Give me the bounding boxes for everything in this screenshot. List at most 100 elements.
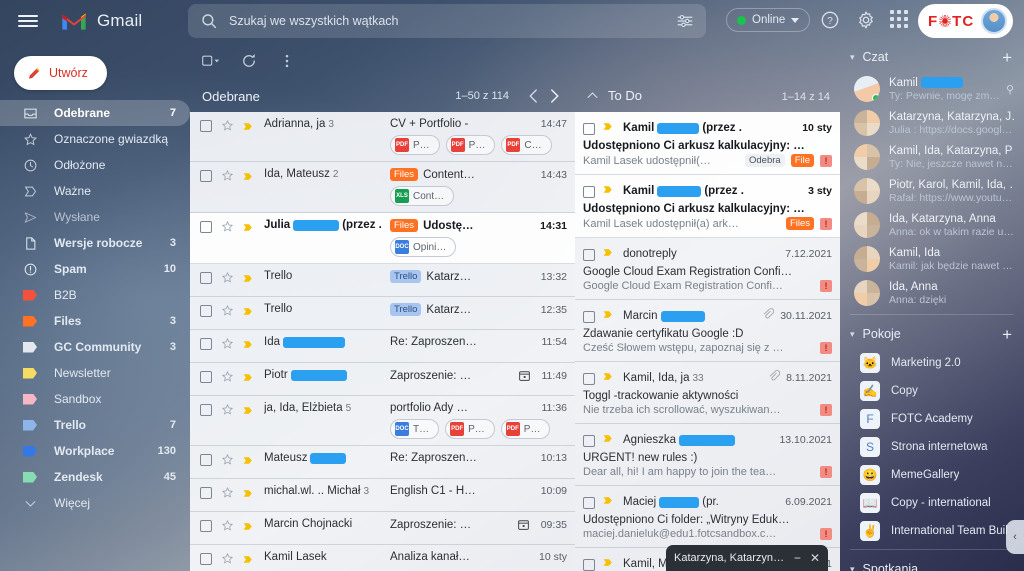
attachment-chip[interactable]: XLS Cont… [390,186,455,206]
account-chip[interactable]: F TC [918,4,1013,38]
row-checkbox[interactable] [583,311,595,323]
star-icon[interactable] [221,220,234,233]
importance-marker[interactable] [242,487,255,505]
table-row[interactable]: Trello Trello Katarz… 13:32 [190,264,575,297]
row-checkbox[interactable] [583,497,595,509]
important-marker-icon[interactable] [242,170,255,183]
star-toggle[interactable] [221,304,234,322]
important-marker-icon[interactable] [602,370,615,383]
row-checkbox[interactable] [583,559,595,571]
important-marker-icon[interactable] [242,371,255,384]
sidebar-item-gc-community[interactable]: GC Community 3 [0,334,190,360]
room-item[interactable]: 🐱 Marketing 2.0 [840,349,1024,377]
important-marker-icon[interactable] [602,120,615,133]
table-row[interactable]: Julia (przez . Files Udostę… 14:31 DOC Opini… [190,213,575,264]
sidebar-item-zendesk[interactable]: Zendesk 45 [0,464,190,490]
attachment-chip[interactable]: PDF P… [445,419,495,439]
row-checkbox[interactable] [200,520,212,532]
gear-icon[interactable] [856,10,876,30]
sidebar-item-sandbox[interactable]: Sandbox [0,386,190,412]
refresh-icon[interactable] [240,52,258,70]
search-input[interactable] [229,14,676,28]
star-icon[interactable] [221,519,234,532]
star-icon[interactable] [221,370,234,383]
sidebar-item-workplace[interactable]: Workplace 130 [0,438,190,464]
sidebar-item-b2b[interactable]: B2B [0,282,190,308]
todo-row[interactable]: Kamil (przez . 10 sty Udostępniono Ci arkus… [575,112,840,175]
new-chat-button[interactable]: + [1002,49,1012,66]
table-row[interactable]: michal.wl. .. Michał 3 English C1 - H… 10:0… [190,479,575,512]
sidebar-item-trello[interactable]: Trello 7 [0,412,190,438]
rooms-section-header[interactable]: ▾ Pokoje + [840,319,1024,349]
star-toggle[interactable] [221,370,234,388]
important-marker-icon[interactable] [602,246,615,259]
chat-conversation-item[interactable]: Katarzyna, Katarzyna, J… Julia : https://… [840,106,1024,140]
table-row[interactable]: Marcin Chojnacki Zaproszenie: … 09:35 [190,512,575,545]
star-icon[interactable] [221,453,234,466]
sidebar-item-wersje-robocze[interactable]: Wersje robocze 3 [0,230,190,256]
important-marker-icon[interactable] [242,404,255,417]
row-checkbox[interactable] [200,170,212,182]
room-item[interactable]: F FOTC Academy [840,405,1024,433]
collapse-panel-tab[interactable]: ‹ [1006,520,1024,554]
sidebar-item-wa-ne[interactable]: Ważne [0,178,190,204]
important-marker-icon[interactable] [242,305,255,318]
chat-conversation-item[interactable]: Kamil, Ida, Katarzyna, P… Ty: Nie, jeszcz… [840,140,1024,174]
chat-section-header[interactable]: ▾ Czat + [840,42,1024,72]
important-marker-icon[interactable] [242,120,255,133]
importance-marker[interactable] [602,432,615,450]
todo-row[interactable]: Kamil, Ida, ja 33 8.11.2021 Toggl -trackowa… [575,362,840,424]
importance-marker[interactable] [602,370,615,388]
importance-marker[interactable] [242,454,255,472]
table-row[interactable]: Adrianna, ja 3 CV + Portfolio -14:47 PDF P… P… [190,112,575,162]
chat-conversation-item[interactable]: Kamil, IdaKamil: jak będzie nawet jakiś… [840,242,1024,276]
compose-button[interactable]: Utwórz [14,56,107,90]
row-checkbox[interactable] [200,305,212,317]
star-icon[interactable] [221,304,234,317]
tune-icon[interactable] [676,12,694,30]
select-all-checkbox[interactable] [202,52,220,70]
important-marker-icon[interactable] [602,556,615,569]
importance-marker[interactable] [242,272,255,290]
sidebar-item-od-o-one[interactable]: Odłożone [0,152,190,178]
sidebar-item-wys-ane[interactable]: Wysłane [0,204,190,230]
important-marker-icon[interactable] [602,308,615,321]
sidebar-item-wi-cej[interactable]: Więcej [0,490,190,516]
attachment-chip[interactable]: DOC T… [390,419,440,439]
row-checkbox[interactable] [200,338,212,350]
table-row[interactable]: ja, Ida, Elżbieta 5 portfolio Ady … 11:36 DO… [190,396,575,446]
row-checkbox[interactable] [200,404,212,416]
label-chip[interactable]: Files [390,219,419,232]
room-item[interactable]: S Strona internetowa [840,433,1024,461]
table-row[interactable]: Kamil Lasek Analiza kanał… 10 sty [190,545,575,571]
todo-row[interactable]: Kamil (przez . 3 sty Udostępniono Ci arkusz… [575,175,840,238]
todo-row[interactable]: donotreply 7.12.2021 Google Cloud Exam Reg… [575,238,840,300]
star-toggle[interactable] [221,519,234,537]
row-checkbox[interactable] [583,373,595,385]
row-checkbox[interactable] [583,123,595,135]
attachment-chip[interactable]: PDF P… [390,135,440,155]
label-chip[interactable]: Files [785,217,814,230]
label-chip[interactable]: Trello [390,303,422,316]
importance-marker[interactable] [242,404,255,422]
important-marker-icon[interactable] [602,432,615,445]
important-marker-icon[interactable] [242,487,255,500]
room-item[interactable]: ✌ International Team Buil [840,517,1024,545]
importance-marker[interactable] [242,170,255,188]
star-icon[interactable] [221,119,234,132]
importance-marker[interactable] [602,246,615,264]
importance-marker[interactable] [242,338,255,356]
row-checkbox[interactable] [200,272,212,284]
importance-marker[interactable] [602,556,615,571]
importance-marker[interactable] [602,494,615,512]
table-row[interactable]: Trello Trello Katarz… 12:35 [190,297,575,330]
close-icon[interactable]: ✕ [810,551,820,565]
star-toggle[interactable] [221,486,234,504]
chat-conversation-item[interactable]: Piotr, Karol, Kamil, Ida, … Rafał: https:… [840,174,1024,208]
star-toggle[interactable] [221,271,234,289]
chat-popup[interactable]: Katarzyna, Katarzyna,… − ✕ [666,545,828,571]
star-icon[interactable] [221,337,234,350]
avatar[interactable] [981,8,1008,34]
star-icon[interactable] [221,169,234,182]
new-room-button[interactable]: + [1002,326,1012,343]
